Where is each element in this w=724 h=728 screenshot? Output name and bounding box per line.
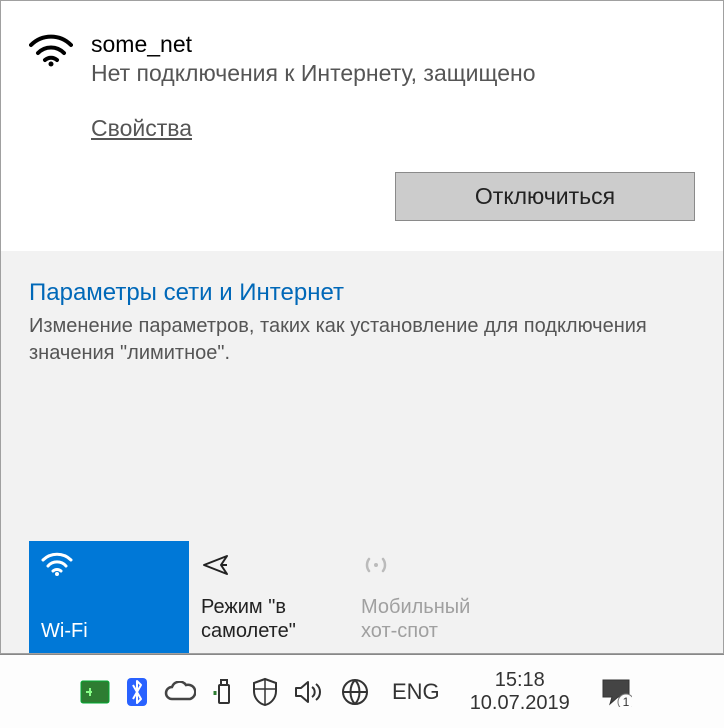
svg-text:1: 1 <box>622 695 629 707</box>
quick-tiles: Wi-Fi Режим "в самолете" <box>29 541 695 653</box>
tray-app-icon[interactable] <box>80 680 110 704</box>
clock[interactable]: 15:18 10.07.2019 <box>470 669 570 715</box>
network-ssid: some_net <box>91 31 695 58</box>
network-settings-panel: Параметры сети и Интернет Изменение пара… <box>1 251 723 653</box>
settings-description: Изменение параметров, таких как установл… <box>29 313 695 367</box>
disconnect-button[interactable]: Отключиться <box>395 172 695 221</box>
network-row[interactable]: some_net Нет подключения к Интернету, за… <box>29 31 695 87</box>
wifi-icon <box>41 551 177 581</box>
current-network-panel: some_net Нет подключения к Интернету, за… <box>1 1 723 251</box>
properties-link[interactable]: Свойства <box>91 115 192 142</box>
settings-link[interactable]: Параметры сети и Интернет Изменение пара… <box>29 279 695 367</box>
wifi-icon <box>29 33 73 72</box>
action-center-icon[interactable]: 1 <box>600 677 632 707</box>
settings-title: Параметры сети и Интернет <box>29 279 695 307</box>
network-tray-icon[interactable] <box>340 677 370 707</box>
tile-wifi-label: Wi-Fi <box>41 619 177 643</box>
usb-eject-icon[interactable] <box>212 677 236 707</box>
clock-time: 15:18 <box>495 669 545 692</box>
tile-hotspot[interactable]: Мобильный хот-спот <box>349 541 509 653</box>
language-indicator[interactable]: ENG <box>392 679 440 705</box>
airplane-icon <box>201 551 337 581</box>
tile-airplane[interactable]: Режим "в самолете" <box>189 541 349 653</box>
taskbar: ENG 15:18 10.07.2019 1 <box>0 654 724 728</box>
network-flyout: some_net Нет подключения к Интернету, за… <box>0 0 724 654</box>
network-info: some_net Нет подключения к Интернету, за… <box>91 31 695 87</box>
volume-icon[interactable] <box>294 679 324 705</box>
tile-wifi[interactable]: Wi-Fi <box>29 541 189 653</box>
hotspot-icon <box>361 551 497 581</box>
onedrive-icon[interactable] <box>164 681 196 703</box>
network-status: Нет подключения к Интернету, защищено <box>91 60 695 87</box>
tile-hotspot-label: Мобильный хот-спот <box>361 595 497 643</box>
clock-date: 10.07.2019 <box>470 692 570 715</box>
bluetooth-icon[interactable] <box>126 677 148 707</box>
tile-airplane-label: Режим "в самолете" <box>201 595 337 643</box>
security-icon[interactable] <box>252 677 278 707</box>
